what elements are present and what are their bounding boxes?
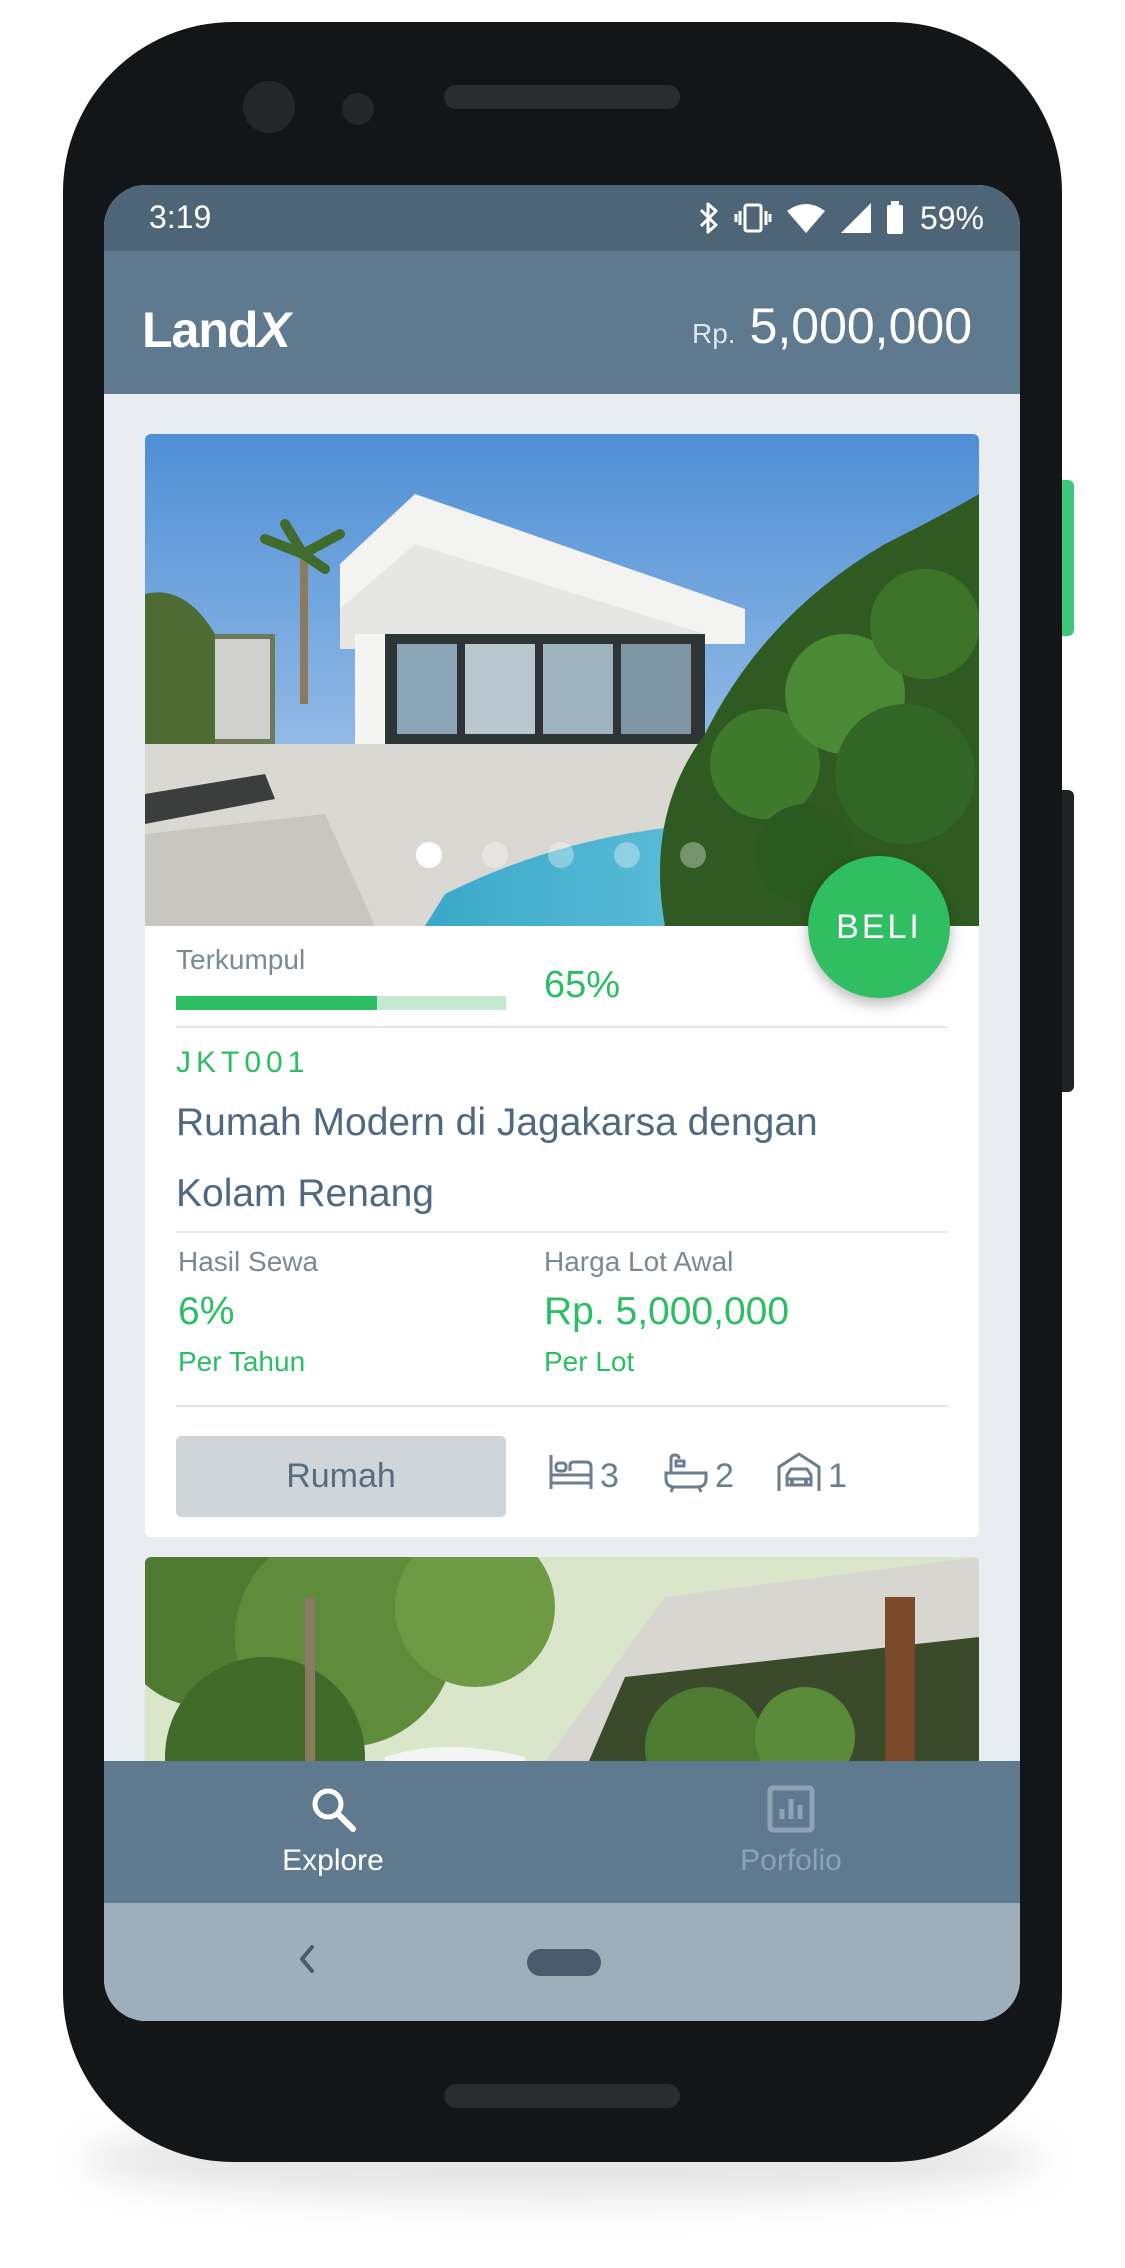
wallet-balance[interactable]: Rp. 5,000,000 (692, 297, 972, 355)
divider (176, 1026, 948, 1028)
bed-icon (548, 1451, 594, 1502)
chart-icon (767, 1761, 815, 1838)
balance-amount: 5,000,000 (749, 298, 972, 354)
search-icon (309, 1761, 357, 1838)
lot-price-unit: Per Lot (544, 1346, 635, 1377)
lot-price-label: Harga Lot Awal (544, 1246, 734, 1277)
bottom-speaker (444, 2084, 680, 2108)
rent-yield-label: Hasil Sewa (178, 1246, 319, 1277)
property-photo[interactable] (145, 434, 979, 926)
sensor (342, 93, 374, 125)
funding-progress-fill (176, 996, 378, 1010)
carousel-dot[interactable] (614, 842, 640, 868)
carousel-dot[interactable] (416, 842, 442, 868)
home-button[interactable] (527, 1949, 601, 1976)
signal-icon (840, 202, 872, 234)
nav-portfolio[interactable]: Porfolio (562, 1761, 1020, 1903)
status-bar: 3:19 59% (104, 185, 1020, 251)
logo-x: X (257, 302, 290, 358)
listing-feed[interactable]: BELI Terkumpul 65% JKT001 Rumah Modern d… (104, 394, 1020, 1761)
nav-explore[interactable]: Explore (104, 1761, 562, 1903)
back-icon[interactable] (292, 1939, 320, 1984)
status-icons: 59% (698, 195, 984, 241)
battery-percent: 59% (919, 199, 984, 236)
system-navigation-bar (104, 1903, 1020, 2021)
funding-percent: 65% (544, 964, 621, 1006)
garage-count-value: 1 (828, 1456, 847, 1495)
rent-yield-period: Per Tahun (178, 1346, 306, 1377)
app-bar: LandX Rp. 5,000,000 (104, 251, 1020, 394)
buy-button[interactable]: BELI (808, 856, 950, 998)
wifi-icon (786, 202, 826, 234)
property-type-tag[interactable]: Rumah (176, 1436, 506, 1517)
carousel-dot[interactable] (680, 842, 706, 868)
funding-progress-bar (176, 996, 506, 1010)
rent-yield-value: 6% (178, 1290, 235, 1333)
bathroom-count: 2 (663, 1444, 734, 1508)
volume-button (1062, 790, 1074, 1092)
landx-logo[interactable]: LandX (142, 301, 291, 359)
balance-currency: Rp. (691, 318, 736, 349)
power-button (1062, 480, 1074, 636)
bathroom-count-value: 2 (715, 1456, 734, 1495)
divider (176, 1405, 948, 1407)
nav-portfolio-label: Porfolio (740, 1844, 842, 1877)
carousel-dot[interactable] (548, 842, 574, 868)
status-time: 3:19 (149, 199, 212, 235)
property-code: JKT001 (176, 1046, 310, 1079)
bottom-navigation: Explore Porfolio (104, 1761, 1020, 1903)
property-card-next[interactable] (145, 1557, 979, 1761)
bluetooth-icon (698, 201, 720, 235)
vibrate-icon (734, 201, 772, 235)
bedroom-count-value: 3 (600, 1456, 619, 1495)
bathtub-icon (663, 1451, 709, 1502)
earpiece (444, 85, 680, 109)
bedroom-count: 3 (548, 1444, 619, 1508)
front-camera (243, 81, 295, 133)
garage-icon (776, 1451, 822, 1502)
funding-label: Terkumpul (176, 944, 306, 975)
nav-explore-label: Explore (282, 1844, 384, 1877)
screen: 3:19 59% LandX Rp. 5,000,000 BELI Terkum… (104, 185, 1020, 2021)
garage-count: 1 (776, 1444, 847, 1508)
lot-price-value: Rp. 5,000,000 (544, 1290, 790, 1333)
property-card[interactable]: BELI Terkumpul 65% JKT001 Rumah Modern d… (145, 434, 979, 1537)
property-title[interactable]: Rumah Modern di Jagakarsa dengan Kolam R… (176, 1087, 916, 1229)
logo-text: Land (142, 302, 258, 358)
battery-icon (886, 201, 904, 235)
divider (176, 1231, 948, 1233)
property-photo-next (145, 1557, 979, 1761)
carousel-dot[interactable] (482, 842, 508, 868)
